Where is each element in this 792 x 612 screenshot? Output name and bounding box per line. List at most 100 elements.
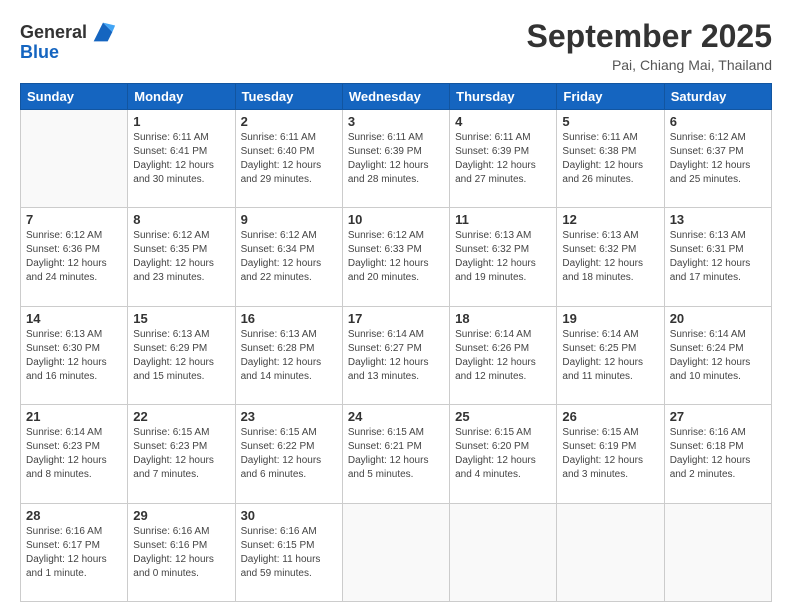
table-row: 25Sunrise: 6:15 AM Sunset: 6:20 PM Dayli…: [450, 405, 557, 503]
table-row: 4Sunrise: 6:11 AM Sunset: 6:39 PM Daylig…: [450, 110, 557, 208]
subtitle: Pai, Chiang Mai, Thailand: [527, 57, 772, 73]
logo-icon: [89, 18, 117, 46]
col-tuesday: Tuesday: [235, 84, 342, 110]
day-info: Sunrise: 6:13 AM Sunset: 6:31 PM Dayligh…: [670, 229, 766, 285]
calendar-week-row: 14 Sunrise: 6:13 AM Sunset: 6:30 PM Dayli…: [21, 306, 772, 404]
day-info: Sunrise: 6:14 AM Sunset: 6:27 PM Dayligh…: [348, 328, 444, 384]
table-row: 26 Sunrise: 6:15 AM Sunset: 6:19 PM Dayli…: [557, 405, 664, 503]
table-row: 5 Sunrise: 6:11 AM Sunset: 6:38 PM Daylig…: [557, 110, 664, 208]
day-number: 11: [455, 212, 551, 227]
day-info: Sunrise: 6:14 AM Sunset: 6:23 PM Dayligh…: [26, 426, 122, 482]
header: General Blue September 2025 Pai, Chiang …: [20, 18, 772, 73]
table-row: [21, 110, 128, 208]
day-info: Sunrise: 6:16 AM Sunset: 6:15 PM Dayligh…: [241, 525, 337, 581]
table-row: 28Sunrise: 6:16 AM Sunset: 6:17 PM Dayli…: [21, 503, 128, 601]
table-row: [450, 503, 557, 601]
day-number: 30: [241, 508, 337, 523]
table-row: 23 Sunrise: 6:15 AM Sunset: 6:22 PM Dayli…: [235, 405, 342, 503]
table-row: 2 Sunrise: 6:11 AM Sunset: 6:40 PM Daylig…: [235, 110, 342, 208]
main-title: September 2025: [527, 18, 772, 55]
day-info: Sunrise: 6:12 AM Sunset: 6:36 PM Dayligh…: [26, 229, 122, 285]
table-row: 3 Sunrise: 6:11 AM Sunset: 6:39 PM Daylig…: [342, 110, 449, 208]
day-info: Sunrise: 6:15 AM Sunset: 6:19 PM Dayligh…: [562, 426, 658, 482]
table-row: 16 Sunrise: 6:13 AM Sunset: 6:28 PM Dayli…: [235, 306, 342, 404]
day-info: Sunrise: 6:13 AM Sunset: 6:30 PM Dayligh…: [26, 328, 122, 384]
day-number: 25: [455, 409, 551, 424]
title-group: September 2025 Pai, Chiang Mai, Thailand: [527, 18, 772, 73]
table-row: 18 Sunrise: 6:14 AM Sunset: 6:26 PM Dayli…: [450, 306, 557, 404]
calendar-week-row: 7 Sunrise: 6:12 AM Sunset: 6:36 PM Daylig…: [21, 208, 772, 306]
day-number: 20: [670, 311, 766, 326]
table-row: 19 Sunrise: 6:14 AM Sunset: 6:25 PM Dayli…: [557, 306, 664, 404]
day-info: Sunrise: 6:15 AM Sunset: 6:22 PM Dayligh…: [241, 426, 337, 482]
day-info: Sunrise: 6:11 AM Sunset: 6:41 PM Dayligh…: [133, 131, 229, 187]
day-number: 19: [562, 311, 658, 326]
day-number: 27: [670, 409, 766, 424]
table-row: 21 Sunrise: 6:14 AM Sunset: 6:23 PM Dayli…: [21, 405, 128, 503]
day-number: 1: [133, 114, 229, 129]
day-info: Sunrise: 6:12 AM Sunset: 6:35 PM Dayligh…: [133, 229, 229, 285]
calendar-week-row: 21 Sunrise: 6:14 AM Sunset: 6:23 PM Dayli…: [21, 405, 772, 503]
day-info: Sunrise: 6:13 AM Sunset: 6:32 PM Dayligh…: [455, 229, 551, 285]
table-row: 6Sunrise: 6:12 AM Sunset: 6:37 PM Daylig…: [664, 110, 771, 208]
col-thursday: Thursday: [450, 84, 557, 110]
day-number: 15: [133, 311, 229, 326]
day-number: 13: [670, 212, 766, 227]
table-row: [557, 503, 664, 601]
table-row: 10 Sunrise: 6:12 AM Sunset: 6:33 PM Dayli…: [342, 208, 449, 306]
day-info: Sunrise: 6:12 AM Sunset: 6:37 PM Dayligh…: [670, 131, 766, 187]
col-sunday: Sunday: [21, 84, 128, 110]
col-saturday: Saturday: [664, 84, 771, 110]
day-number: 2: [241, 114, 337, 129]
day-number: 26: [562, 409, 658, 424]
table-row: [342, 503, 449, 601]
table-row: 13 Sunrise: 6:13 AM Sunset: 6:31 PM Dayli…: [664, 208, 771, 306]
day-info: Sunrise: 6:14 AM Sunset: 6:25 PM Dayligh…: [562, 328, 658, 384]
day-info: Sunrise: 6:16 AM Sunset: 6:16 PM Dayligh…: [133, 525, 229, 581]
day-info: Sunrise: 6:13 AM Sunset: 6:28 PM Dayligh…: [241, 328, 337, 384]
calendar-week-row: 1 Sunrise: 6:11 AM Sunset: 6:41 PM Daylig…: [21, 110, 772, 208]
table-row: 20 Sunrise: 6:14 AM Sunset: 6:24 PM Dayli…: [664, 306, 771, 404]
day-info: Sunrise: 6:13 AM Sunset: 6:32 PM Dayligh…: [562, 229, 658, 285]
table-row: 7 Sunrise: 6:12 AM Sunset: 6:36 PM Daylig…: [21, 208, 128, 306]
table-row: 27 Sunrise: 6:16 AM Sunset: 6:18 PM Dayli…: [664, 405, 771, 503]
day-info: Sunrise: 6:14 AM Sunset: 6:26 PM Dayligh…: [455, 328, 551, 384]
table-row: 24 Sunrise: 6:15 AM Sunset: 6:21 PM Dayli…: [342, 405, 449, 503]
day-info: Sunrise: 6:11 AM Sunset: 6:39 PM Dayligh…: [348, 131, 444, 187]
day-info: Sunrise: 6:11 AM Sunset: 6:40 PM Dayligh…: [241, 131, 337, 187]
day-number: 21: [26, 409, 122, 424]
table-row: 9Sunrise: 6:12 AM Sunset: 6:34 PM Daylig…: [235, 208, 342, 306]
day-number: 22: [133, 409, 229, 424]
day-info: Sunrise: 6:14 AM Sunset: 6:24 PM Dayligh…: [670, 328, 766, 384]
day-info: Sunrise: 6:11 AM Sunset: 6:38 PM Dayligh…: [562, 131, 658, 187]
day-number: 8: [133, 212, 229, 227]
day-number: 10: [348, 212, 444, 227]
col-friday: Friday: [557, 84, 664, 110]
day-info: Sunrise: 6:12 AM Sunset: 6:33 PM Dayligh…: [348, 229, 444, 285]
table-row: 14 Sunrise: 6:13 AM Sunset: 6:30 PM Dayli…: [21, 306, 128, 404]
table-row: 15Sunrise: 6:13 AM Sunset: 6:29 PM Dayli…: [128, 306, 235, 404]
day-info: Sunrise: 6:15 AM Sunset: 6:21 PM Dayligh…: [348, 426, 444, 482]
calendar-week-row: 28Sunrise: 6:16 AM Sunset: 6:17 PM Dayli…: [21, 503, 772, 601]
day-number: 3: [348, 114, 444, 129]
page: General Blue September 2025 Pai, Chiang …: [0, 0, 792, 612]
day-number: 24: [348, 409, 444, 424]
day-number: 14: [26, 311, 122, 326]
day-number: 4: [455, 114, 551, 129]
calendar-header-row: Sunday Monday Tuesday Wednesday Thursday…: [21, 84, 772, 110]
day-info: Sunrise: 6:16 AM Sunset: 6:18 PM Dayligh…: [670, 426, 766, 482]
day-number: 16: [241, 311, 337, 326]
day-info: Sunrise: 6:16 AM Sunset: 6:17 PM Dayligh…: [26, 525, 122, 581]
day-number: 18: [455, 311, 551, 326]
day-number: 7: [26, 212, 122, 227]
table-row: 17Sunrise: 6:14 AM Sunset: 6:27 PM Dayli…: [342, 306, 449, 404]
calendar-table: Sunday Monday Tuesday Wednesday Thursday…: [20, 83, 772, 602]
logo-text-general: General: [20, 22, 87, 43]
day-number: 23: [241, 409, 337, 424]
day-number: 5: [562, 114, 658, 129]
day-number: 9: [241, 212, 337, 227]
col-wednesday: Wednesday: [342, 84, 449, 110]
table-row: 29Sunrise: 6:16 AM Sunset: 6:16 PM Dayli…: [128, 503, 235, 601]
col-monday: Monday: [128, 84, 235, 110]
day-info: Sunrise: 6:15 AM Sunset: 6:23 PM Dayligh…: [133, 426, 229, 482]
